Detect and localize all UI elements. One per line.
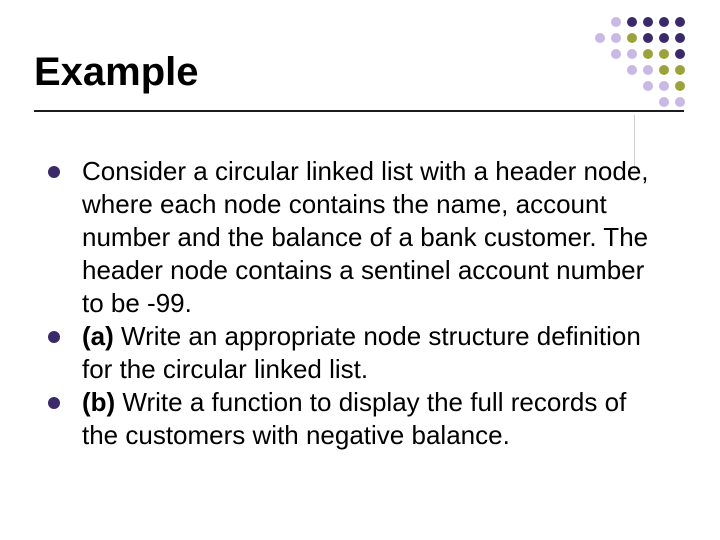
- content-area: Consider a circular linked list with a h…: [48, 155, 658, 452]
- bullet-icon: [48, 331, 60, 343]
- point-3-label: (b): [82, 387, 115, 417]
- bullet-icon: [48, 166, 60, 178]
- slide-title: Example: [34, 50, 199, 95]
- bullet-icon: [48, 397, 60, 409]
- list-item: Consider a circular linked list with a h…: [48, 155, 658, 320]
- point-2-body: Write an appropriate node structure defi…: [82, 321, 641, 384]
- point-3-body: Write a function to display the full rec…: [82, 387, 626, 450]
- point-3-text: (b) Write a function to display the full…: [82, 386, 658, 452]
- point-2-label: (a): [82, 321, 114, 351]
- point-1-text: Consider a circular linked list with a h…: [82, 155, 658, 320]
- point-2-text: (a) Write an appropriate node structure …: [82, 320, 658, 386]
- corner-dots-decoration: [570, 12, 700, 122]
- slide: Example Consider a circular linked list …: [0, 0, 720, 540]
- title-underline: [34, 110, 684, 112]
- list-item: (b) Write a function to display the full…: [48, 386, 658, 452]
- list-item: (a) Write an appropriate node structure …: [48, 320, 658, 386]
